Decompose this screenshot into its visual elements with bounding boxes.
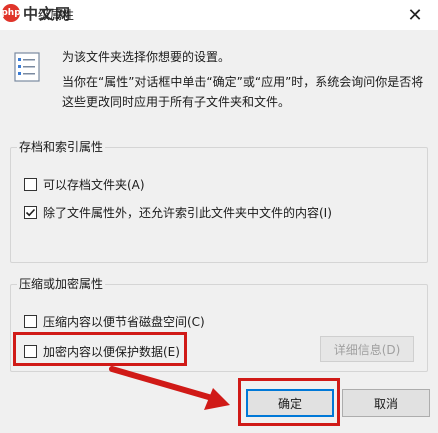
intro-text: 为该文件夹选择你想要的设置。 xyxy=(62,50,231,64)
window-title: 级属性 xyxy=(38,8,75,22)
watermark-badge: php xyxy=(1,4,21,22)
archive-checkbox-row[interactable]: 可以存档文件夹(A) xyxy=(24,176,145,193)
archive-group-title: 存档和索引属性 xyxy=(17,138,106,155)
intro-description: 当你在“属性”对话框中单击“确定”或“应用”时，系统会询问你是否将这些更改同时应… xyxy=(62,75,424,109)
compress-checkbox[interactable] xyxy=(24,315,37,328)
ok-button[interactable]: 确定 xyxy=(246,389,334,417)
encrypt-label: 加密内容以便保护数据(E) xyxy=(43,345,180,359)
archive-label: 可以存档文件夹(A) xyxy=(43,178,145,192)
archive-checkbox[interactable] xyxy=(24,178,37,191)
index-checkbox[interactable] xyxy=(24,206,37,219)
details-button[interactable]: 详细信息(D) xyxy=(320,336,414,362)
encrypt-checkbox-row[interactable]: 加密内容以便保护数据(E) xyxy=(24,343,180,360)
compress-checkbox-row[interactable]: 压缩内容以便节省磁盘空间(C) xyxy=(24,313,205,330)
close-icon: ✕ xyxy=(407,4,423,26)
compress-group-title: 压缩或加密属性 xyxy=(17,275,106,292)
title-bar: php 中文网 级属性 ✕ xyxy=(0,0,438,30)
compress-label: 压缩内容以便节省磁盘空间(C) xyxy=(43,315,205,329)
encrypt-checkbox[interactable] xyxy=(24,345,37,358)
close-button[interactable]: ✕ xyxy=(392,0,438,30)
index-label: 除了文件属性外，还允许索引此文件夹中文件的内容(I) xyxy=(43,206,332,220)
checkmark-icon xyxy=(25,208,36,217)
settings-list-icon xyxy=(14,52,40,82)
index-checkbox-row[interactable]: 除了文件属性外，还允许索引此文件夹中文件的内容(I) xyxy=(24,204,332,221)
cancel-button[interactable]: 取消 xyxy=(342,389,430,417)
